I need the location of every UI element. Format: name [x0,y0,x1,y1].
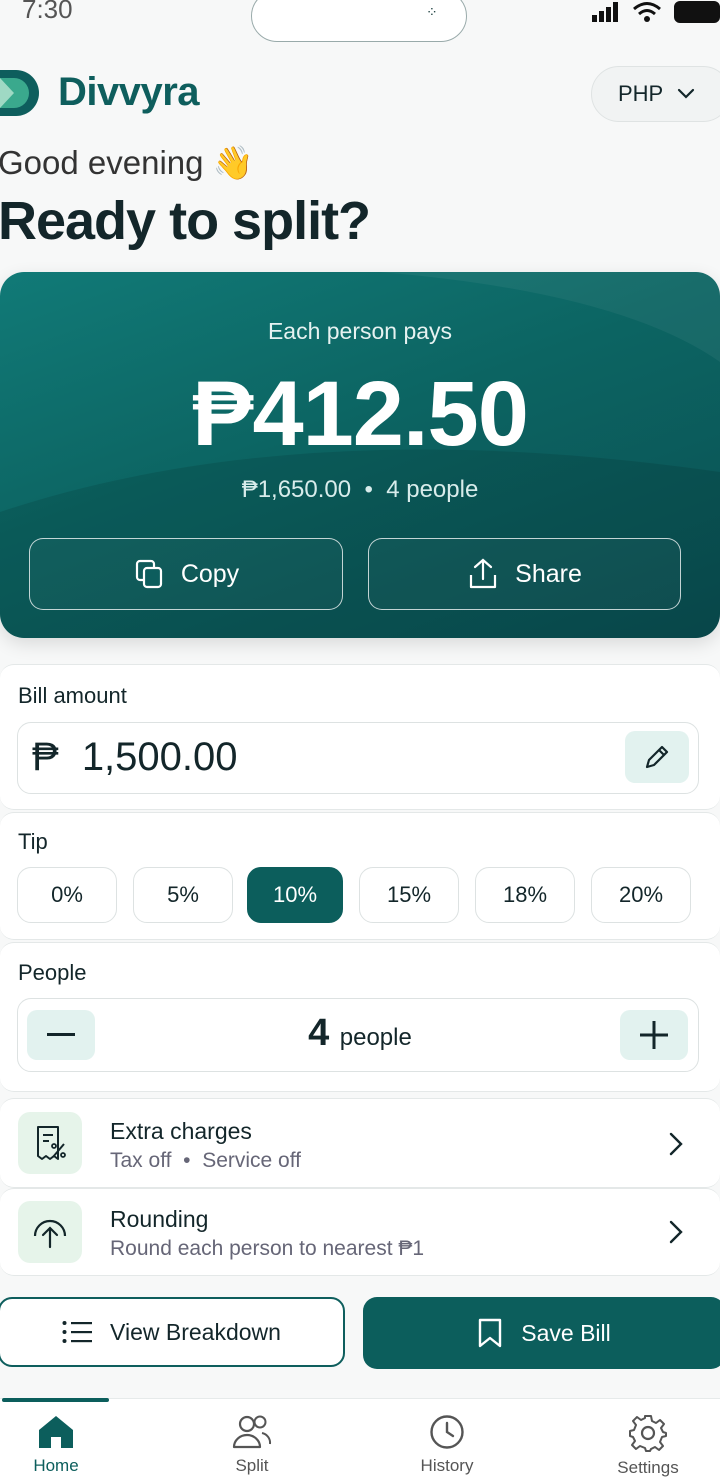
share-label: Share [515,559,582,588]
home-icon [39,1416,73,1448]
tip-option-20[interactable]: 20% [591,867,691,923]
tip-option-10[interactable]: 10% [247,867,343,923]
currency-selector[interactable]: PHP [591,66,720,122]
nav-active-indicator [2,1398,109,1402]
wifi-icon [633,2,661,22]
currency-value: PHP [618,81,664,106]
bill-amount-value: ₱ 1,500.00 [32,735,238,779]
battery-icon [674,1,720,23]
save-bill-label: Save Bill [521,1319,611,1346]
gear-icon [629,1415,667,1452]
extra-charges-title: Extra charges [110,1118,252,1144]
increase-people-button[interactable] [620,1010,688,1060]
people-count-value: 4 [308,1012,330,1054]
signal-icon [592,2,618,22]
tip-option-5[interactable]: 5% [133,867,233,923]
greeting: Good evening 👋 [0,144,254,181]
brand-name: Divvyra [58,70,200,114]
people-count: 4 people [0,1012,720,1055]
copy-button[interactable]: Copy [29,538,343,610]
tip-label: Tip [18,829,48,854]
total-summary: ₱1,650.00 • 4 people [241,476,479,503]
nav-item-history[interactable]: History [387,1414,507,1476]
bookmark-icon [479,1318,502,1348]
receipt-percent-icon [18,1112,82,1174]
nav-item-split[interactable]: Split [192,1414,312,1476]
clock-icon [430,1415,464,1449]
save-bill-button[interactable]: Save Bill [363,1297,720,1369]
copy-icon [135,559,162,589]
people-label: People [18,960,87,985]
nav-item-settings[interactable]: Settings [588,1414,708,1477]
brand-logo-icon [0,70,39,116]
tip-option-18[interactable]: 18% [475,867,575,923]
view-breakdown-label: View Breakdown [110,1318,281,1345]
rounding-row[interactable] [0,1188,720,1276]
per-person-amount: ₱412.50 [192,363,529,465]
rounding-title: Rounding [110,1206,209,1232]
rounding-subtitle: Round each person to nearest ₱1 [110,1237,425,1260]
copy-label: Copy [180,559,240,588]
chevron-right-icon [669,1132,683,1156]
nav-item-home[interactable]: Home [0,1414,116,1476]
tip-option-0[interactable]: 0% [17,867,117,923]
plus-icon [640,1021,668,1049]
tip-option-15[interactable]: 15% [359,867,459,923]
chevron-right-icon [669,1220,683,1244]
per-person-label: Each person pays [267,318,453,344]
edit-bill-button[interactable] [625,731,689,783]
total-amount: ₱1,650.00 [241,476,352,503]
page-title: Ready to split? [0,191,371,251]
status-time: 7:30 [22,0,73,24]
list-icon [62,1321,93,1343]
view-breakdown-button[interactable]: View Breakdown [0,1297,345,1367]
camera-icon: ⁘ [426,4,439,20]
bill-label: Bill amount [18,683,127,708]
pencil-icon [645,745,669,769]
chevron-down-icon [678,88,695,99]
extra-charges-row[interactable] [0,1098,720,1188]
round-up-icon [18,1201,82,1263]
share-icon [470,558,497,589]
extra-charges-subtitle: Tax off • Service off [110,1149,302,1172]
people-summary: 4 people [386,476,479,503]
status-icons [592,0,720,24]
users-icon [232,1415,272,1449]
people-count-unit: people [339,1024,412,1051]
currency-symbol: ₱ [32,735,59,779]
share-button[interactable]: Share [368,538,681,610]
